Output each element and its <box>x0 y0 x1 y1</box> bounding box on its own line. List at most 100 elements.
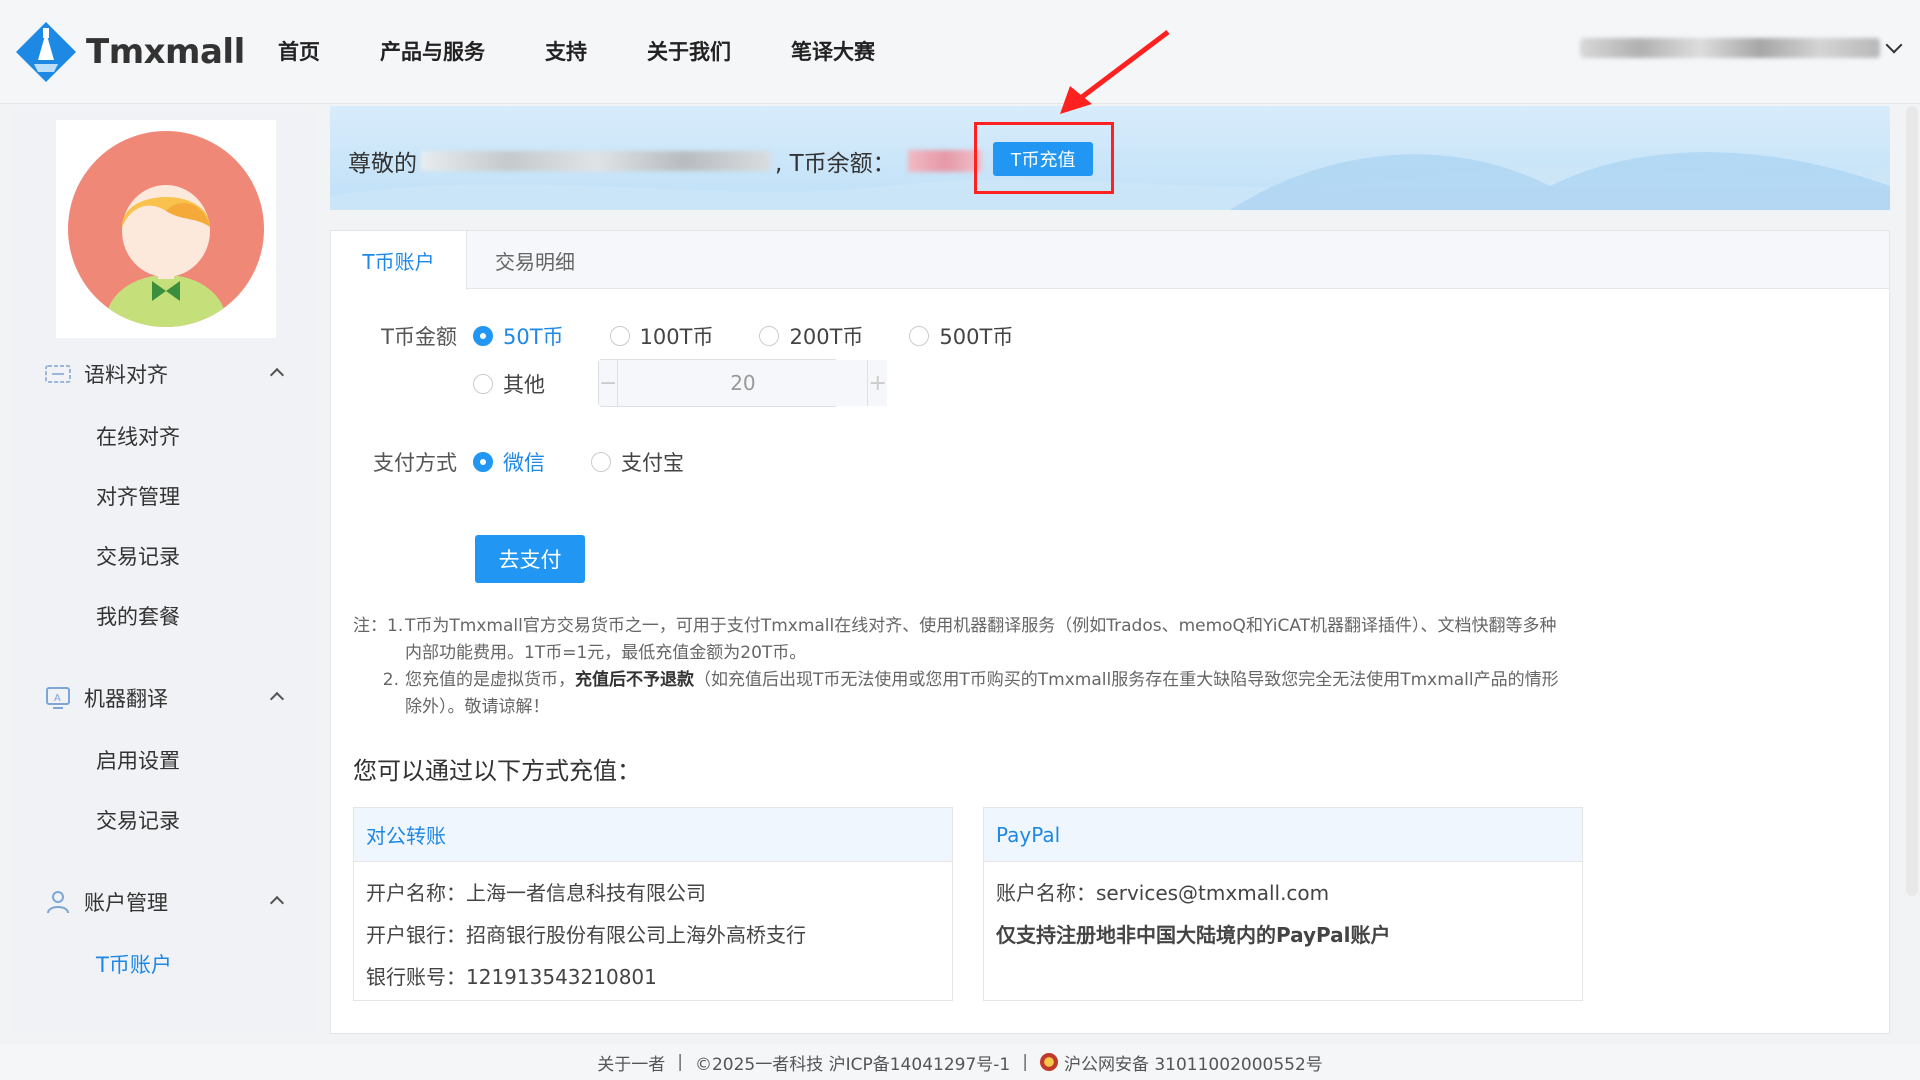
radio-dot <box>473 374 493 394</box>
chevron-up-icon <box>269 367 285 383</box>
chevron-up-icon <box>269 691 285 707</box>
sidebar-item-online-align[interactable]: 在线对齐 <box>14 406 314 466</box>
payment-option-wechat[interactable]: 微信 <box>473 447 545 477</box>
note-indent <box>353 640 405 667</box>
pay-button[interactable]: 去支付 <box>475 535 585 583</box>
align-icon <box>45 365 71 383</box>
note-num: 2. <box>382 670 399 690</box>
paypal-account: 账户名称：services@tmxmall.com <box>996 880 1330 905</box>
sidebar-item-mt-records[interactable]: 交易记录 <box>14 790 314 850</box>
tmxmall-logo-icon <box>16 22 76 82</box>
note-prefix: 注：1. <box>353 613 405 640</box>
user-name-redacted <box>1580 38 1880 58</box>
user-menu[interactable] <box>1580 36 1903 58</box>
group-head-account[interactable]: 账户管理 <box>14 882 314 922</box>
sidebar-item-mt-settings[interactable]: 启用设置 <box>14 730 314 790</box>
decrement-button[interactable]: − <box>599 360 619 406</box>
note-text-part: 您充值的是虚拟货币， <box>405 670 575 690</box>
group-head-mt[interactable]: A 机器翻译 <box>14 678 314 718</box>
sidebar-item-align-manage[interactable]: 对齐管理 <box>14 466 314 526</box>
menu-group-corpus: 语料对齐 在线对齐 对齐管理 交易记录 我的套餐 <box>14 354 314 646</box>
monitor-icon: A <box>46 687 70 709</box>
note-indent <box>353 694 405 721</box>
sidebar: 语料对齐 在线对齐 对齐管理 交易记录 我的套餐 A 机器翻译 启用设置 交易记… <box>14 106 314 1034</box>
note-bold-text: 充值后不予退款 <box>575 670 694 690</box>
sidebar-item-tcoin-account[interactable]: T币账户 <box>14 934 314 994</box>
note-2-cont: 除外）。敬请谅解！ <box>353 694 1643 721</box>
footer-about-link[interactable]: 关于一者 <box>597 1050 665 1075</box>
note-text-part: （如充值后出现T币无法使用或您用T币购买的Tmxmall服务存在重大缺陷导致您完… <box>694 670 1559 690</box>
radio-dot <box>591 452 611 472</box>
option-text: 50T币 <box>503 325 564 349</box>
paypal-note: 仅支持注册地非中国大陆境内的PayPal账户 <box>996 922 1391 947</box>
chevron-up-icon <box>269 895 285 911</box>
brand-logo[interactable]: Tmxmall <box>14 20 245 84</box>
note-text: T币为Tmxmall官方交易货币之一，可用于支付Tmxmall在线对齐、使用机器… <box>405 616 1557 636</box>
bank-account-name: 开户名称：上海一者信息科技有限公司 <box>366 880 706 905</box>
balance-banner: 尊敬的 , T币余额： T币充值 <box>330 106 1890 210</box>
annotation-highlight-box <box>974 122 1114 194</box>
footer-separator: | <box>677 1052 683 1072</box>
note-2: 2. 您充值的是虚拟货币，充值后不予退款（如充值后出现T币无法使用或您用T币购买… <box>353 667 1643 694</box>
radio-dot <box>609 326 630 346</box>
card-title: PayPal <box>984 808 1582 862</box>
nav-home[interactable]: 首页 <box>278 36 320 66</box>
increment-button[interactable]: + <box>867 360 887 406</box>
note-text: 您充值的是虚拟货币，充值后不予退款（如充值后出现T币无法使用或您用T币购买的Tm… <box>405 667 1559 694</box>
page-scrollbar[interactable] <box>1906 106 1918 896</box>
option-text: 支付宝 <box>621 451 684 475</box>
amount-label: T币金额 <box>381 325 457 349</box>
note-num: 1. <box>387 616 404 636</box>
bank-account-number: 银行账号：121913543210801 <box>366 964 657 989</box>
bank-transfer-card: 对公转账 开户名称：上海一者信息科技有限公司 开户银行：招商银行股份有限公司上海… <box>353 807 953 1001</box>
brand-name: Tmxmall <box>86 32 245 72</box>
option-text: 其他 <box>503 373 545 397</box>
amount-option-200[interactable]: 200T币 <box>759 321 863 351</box>
footer-police-record[interactable]: 沪公网安备 31011002000552号 <box>1064 1050 1323 1075</box>
note-prefix-text: 注： <box>353 616 387 636</box>
account-panel: T币账户 交易明细 T币金额 50T币 100T币 200T币 500T币 其他… <box>330 230 1890 1034</box>
amount-option-other[interactable]: 其他 <box>473 369 545 399</box>
option-text: 500T币 <box>939 325 1014 349</box>
sidebar-item-my-plan[interactable]: 我的套餐 <box>14 586 314 646</box>
card-body: 账户名称：services@tmxmall.com 仅支持注册地非中国大陆境内的… <box>984 862 1582 962</box>
tab-transactions[interactable]: 交易明细 <box>467 231 603 289</box>
radio-dot <box>473 326 493 346</box>
tab-tcoin-account[interactable]: T币账户 <box>331 231 467 290</box>
nav-support[interactable]: 支持 <box>545 36 587 66</box>
notes-section: 注：1. T币为Tmxmall官方交易货币之一，可用于支付Tmxmall在线对齐… <box>353 613 1643 721</box>
recharge-methods-title: 您可以通过以下方式充值： <box>353 757 641 785</box>
top-header: Tmxmall 首页 产品与服务 支持 关于我们 笔译大赛 <box>0 0 1920 104</box>
nav-about[interactable]: 关于我们 <box>647 36 731 66</box>
svg-text:A: A <box>54 693 61 704</box>
balance-redacted <box>907 150 982 172</box>
other-amount-row: 其他 <box>473 369 591 399</box>
bank-name: 开户银行：招商银行股份有限公司上海外高桥支行 <box>366 922 806 947</box>
amount-option-50[interactable]: 50T币 <box>473 321 564 351</box>
footer-separator: | <box>1022 1052 1028 1072</box>
nav-contest[interactable]: 笔译大赛 <box>791 36 875 66</box>
username-redacted <box>421 151 771 171</box>
payment-row: 支付方式 微信 支付宝 <box>353 447 730 477</box>
group-label: 语料对齐 <box>84 363 168 387</box>
amount-option-500[interactable]: 500T币 <box>909 321 1013 351</box>
user-icon <box>47 891 69 914</box>
amount-row: T币金额 50T币 100T币 200T币 500T币 <box>353 321 1059 351</box>
group-head-corpus[interactable]: 语料对齐 <box>14 354 314 394</box>
note-1-cont: 内部功能费用。1T币=1元，最低充值金额为20T币。 <box>353 640 1643 667</box>
footer-copyright[interactable]: ©2025一者科技 沪ICP备14041297号-1 <box>695 1050 1010 1075</box>
radio-dot <box>759 326 780 346</box>
sidebar-item-align-records[interactable]: 交易记录 <box>14 526 314 586</box>
nav-products[interactable]: 产品与服务 <box>380 36 485 66</box>
payment-option-alipay[interactable]: 支付宝 <box>591 447 684 477</box>
option-text: 100T币 <box>639 325 714 349</box>
greeting-text: 尊敬的 <box>348 151 417 177</box>
avatar <box>56 120 276 338</box>
balance-label: , T币余额： <box>775 151 896 177</box>
group-label: 机器翻译 <box>84 687 168 711</box>
chevron-down-icon <box>1885 36 1903 54</box>
other-amount-input[interactable] <box>618 360 868 406</box>
amount-option-100[interactable]: 100T币 <box>609 321 714 351</box>
radio-dot <box>909 326 930 346</box>
amount-stepper: − + <box>598 359 887 407</box>
